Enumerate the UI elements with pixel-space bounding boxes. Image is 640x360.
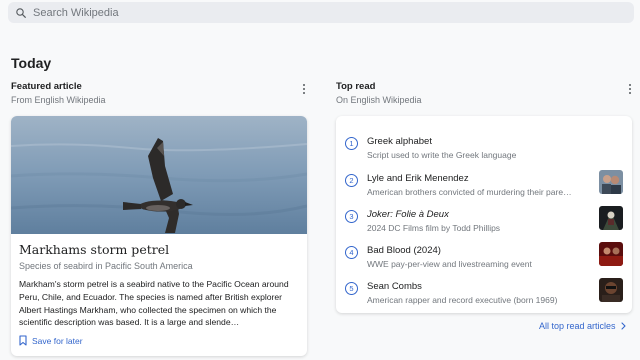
all-top-read-label: All top read articles <box>539 321 616 331</box>
rank-badge: 1 <box>345 137 358 150</box>
top-read-subtitle: On English Wikipedia <box>336 95 422 105</box>
joker-thumbnail <box>599 206 623 230</box>
featured-article-title[interactable]: Markhams storm petrel <box>19 242 169 257</box>
top-read-title: Greek alphabet <box>367 136 432 147</box>
top-read-description: 2024 DC Films film by Todd Phillips <box>367 223 501 233</box>
bookmark-icon <box>19 335 27 346</box>
featured-article-heading: Featured article <box>11 81 82 92</box>
top-read-card: 1 Greek alphabet Script used to write th… <box>336 116 632 313</box>
top-read-title: Joker: Folie à Deux <box>367 209 449 220</box>
top-read-item[interactable]: 1 Greek alphabet Script used to write th… <box>336 133 632 169</box>
top-read-title: Sean Combs <box>367 281 422 292</box>
top-read-title: Lyle and Erik Menendez <box>367 173 469 184</box>
top-read-description: WWE pay-per-view and livestreaming event <box>367 259 532 269</box>
top-read-item[interactable]: 5 Sean Combs American rapper and record … <box>336 278 632 314</box>
top-read-description: American rapper and record executive (bo… <box>367 295 558 305</box>
featured-article-description: Species of seabird in Pacific South Amer… <box>19 261 193 271</box>
top-read-item[interactable]: 2 Lyle and Erik Menendez American brothe… <box>336 170 632 206</box>
bad-blood-thumbnail <box>599 242 623 266</box>
search-icon <box>16 7 26 18</box>
featured-more-options-icon[interactable] <box>299 82 309 96</box>
sean-combs-thumbnail <box>599 278 623 302</box>
top-read-heading: Top read <box>336 81 376 92</box>
all-top-read-link[interactable]: All top read articles <box>539 321 626 331</box>
rank-badge: 3 <box>345 210 358 223</box>
search-input[interactable] <box>33 6 593 19</box>
featured-article-subtitle: From English Wikipedia <box>11 95 106 105</box>
save-for-later-label: Save for later <box>32 335 83 346</box>
rank-badge: 5 <box>345 282 358 295</box>
chevron-right-icon <box>620 322 626 330</box>
top-read-item[interactable]: 3 Joker: Folie à Deux 2024 DC Films film… <box>336 206 632 242</box>
search-bar[interactable] <box>8 2 634 23</box>
rank-badge: 2 <box>345 174 358 187</box>
menendez-thumbnail <box>599 170 623 194</box>
top-read-title: Bad Blood (2024) <box>367 245 441 256</box>
featured-article-extract: Markham's storm petrel is a seabird nati… <box>19 279 289 328</box>
top-read-description: Script used to write the Greek language <box>367 150 517 160</box>
save-for-later-button[interactable]: Save for later <box>19 335 83 346</box>
top-read-description: American brothers convicted of murdering… <box>367 187 572 197</box>
today-heading: Today <box>11 55 52 71</box>
top-read-item[interactable]: 4 Bad Blood (2024) WWE pay-per-view and … <box>336 242 632 278</box>
featured-article-card[interactable]: Markhams storm petrel Species of seabird… <box>11 116 307 356</box>
top-read-more-options-icon[interactable] <box>625 82 635 96</box>
rank-badge: 4 <box>345 246 358 259</box>
featured-article-image <box>11 116 307 234</box>
